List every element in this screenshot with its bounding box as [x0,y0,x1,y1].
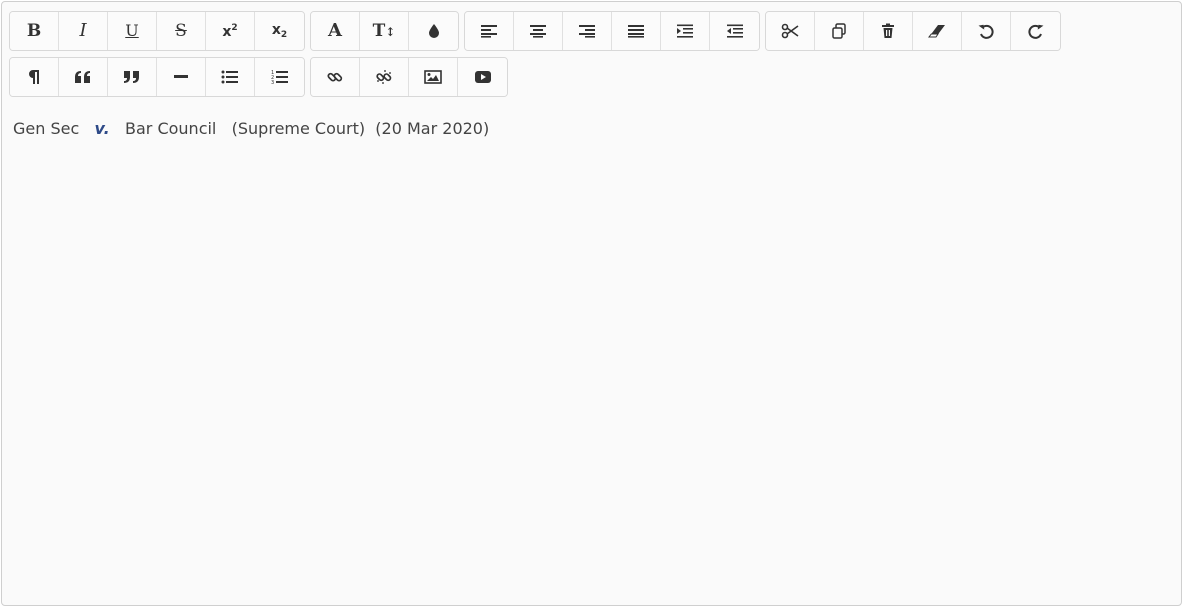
align-left-button[interactable] [465,12,514,50]
align-center-button[interactable] [514,12,563,50]
toolbar-row-1: B I U Sx2 x2 A T↕ [9,11,1061,51]
toolbar-group: 123 [9,57,305,97]
redo-button[interactable] [1011,12,1060,50]
outdent-button[interactable] [710,12,759,50]
indent-icon [676,24,694,38]
link-button[interactable] [311,58,360,96]
bullet-list-button[interactable] [206,58,255,96]
paragraph-icon [28,69,40,85]
align-justify-icon [627,24,645,38]
font-size-button[interactable]: T↕ [360,12,409,50]
delete-button[interactable] [864,12,913,50]
cut-button[interactable] [766,12,815,50]
unlink-button[interactable] [360,58,409,96]
italic-button[interactable]: I [59,12,108,50]
numbered-list-button[interactable]: 123 [255,58,304,96]
editor-content[interactable]: Gen Sec v. Bar Council (Supreme Court) (… [13,119,489,138]
court-name: (Supreme Court) [231,119,366,138]
party-1: Gen Sec [13,119,80,138]
clear-format-button[interactable] [913,12,962,50]
font-button[interactable]: A [311,12,360,50]
youtube-icon [474,70,492,84]
italic-icon: I [79,20,87,41]
color-drop-icon [427,23,441,39]
toolbar-group: A T↕ [310,11,459,51]
align-center-icon [529,24,547,38]
party-2: Bar Council [125,119,217,138]
underline-icon: U [125,21,139,40]
rich-text-editor: B I U Sx2 x2 A T↕ 123 Gen Sec v. Bar Council (… [1,1,1182,606]
image-button[interactable] [409,58,458,96]
judgment-date: (20 Mar 2020) [375,119,490,138]
toolbar-group [464,11,760,51]
video-button[interactable] [458,58,507,96]
toolbar-group [765,11,1061,51]
bold-button[interactable]: B [10,12,59,50]
link-icon [327,69,343,85]
indent-button[interactable] [661,12,710,50]
strikethrough-icon: S [175,20,187,41]
unlink-icon [376,69,392,85]
bold-icon: B [26,20,42,41]
text-height-icon: T↕ [372,20,396,41]
horizontal-rule-button[interactable] [157,58,206,96]
svg-text:3: 3 [271,80,274,85]
superscript-button[interactable]: x2 [206,12,255,50]
underline-button[interactable]: U [108,12,157,50]
redo-icon [1027,23,1044,39]
quote-left-icon [74,70,92,84]
copy-icon [831,23,847,39]
toolbar-row-2: 123 [9,57,508,97]
subscript-button[interactable]: x2 [255,12,304,50]
font-icon: A [328,20,342,41]
versus-label: v. [94,119,110,138]
list-ol-icon: 123 [271,69,289,85]
undo-button[interactable] [962,12,1011,50]
quote-right-icon [123,70,141,84]
undo-icon [978,23,994,39]
quote-left-button[interactable] [59,58,108,96]
subscript-icon: x2 [271,21,288,40]
quote-right-button[interactable] [108,58,157,96]
toolbar-group [310,57,508,97]
align-justify-button[interactable] [612,12,661,50]
image-icon [424,70,442,84]
eraser-icon [928,24,946,38]
scissors-icon [781,23,799,39]
align-right-icon [578,24,596,38]
outdent-icon [726,24,744,38]
superscript-icon: x2 [222,22,238,40]
text-color-button[interactable] [409,12,458,50]
align-left-icon [480,24,498,38]
copy-button[interactable] [815,12,864,50]
minus-icon [174,75,188,79]
align-right-button[interactable] [563,12,612,50]
list-ul-icon [221,70,239,84]
paragraph-button[interactable] [10,58,59,96]
toolbar-group: B I U Sx2 x2 [9,11,305,51]
strikethrough-button[interactable]: S [157,12,206,50]
trash-icon [881,23,895,39]
